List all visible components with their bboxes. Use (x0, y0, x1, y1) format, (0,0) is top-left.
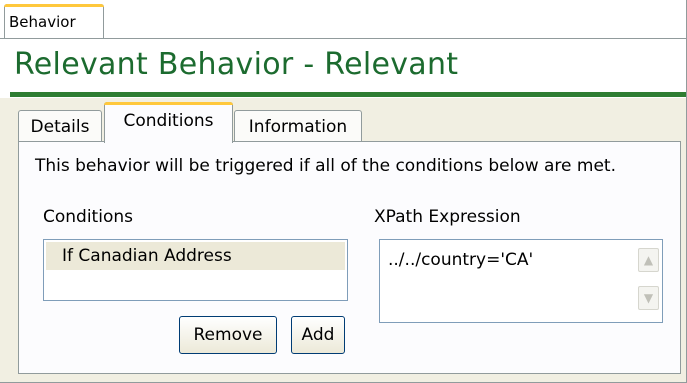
xpath-expression-value: ../../country='CA' (388, 250, 534, 270)
tab-conditions-label: Conditions (123, 111, 214, 131)
add-button[interactable]: Add (291, 316, 345, 354)
conditions-panel: This behavior will be triggered if all o… (18, 141, 681, 374)
tab-details-label: Details (30, 117, 90, 137)
inner-tab-strip: Details Conditions Information (18, 100, 678, 143)
page-title: Relevant Behavior - Relevant (14, 47, 459, 82)
tab-behavior-label: Behavior (9, 13, 76, 31)
tab-information[interactable]: Information (234, 110, 362, 142)
scroll-up-button[interactable]: ▲ (638, 248, 659, 272)
scroll-down-button[interactable]: ▼ (638, 286, 659, 310)
xpath-expression-field[interactable]: ../../country='CA' ▲ ▼ (379, 239, 663, 323)
panel-description: This behavior will be triggered if all o… (35, 156, 616, 176)
outer-tab-strip: Behavior (0, 0, 686, 38)
list-item[interactable]: If Canadian Address (46, 242, 345, 270)
conditions-label: Conditions (43, 207, 133, 227)
xpath-label: XPath Expression (374, 207, 521, 227)
behavior-window: Behavior Relevant Behavior - Relevant De… (0, 0, 687, 383)
tab-behavior[interactable]: Behavior (4, 4, 104, 38)
tab-details[interactable]: Details (18, 110, 102, 142)
conditions-list[interactable]: If Canadian Address (43, 239, 348, 301)
condition-label: If Canadian Address (62, 246, 232, 266)
title-area: Relevant Behavior - Relevant (0, 38, 686, 98)
tab-information-label: Information (248, 117, 348, 137)
tab-conditions[interactable]: Conditions (104, 102, 233, 143)
scroll-up-icon: ▲ (643, 253, 654, 267)
remove-button[interactable]: Remove (179, 316, 277, 354)
title-divider (10, 92, 686, 97)
scroll-down-icon: ▼ (643, 291, 654, 305)
